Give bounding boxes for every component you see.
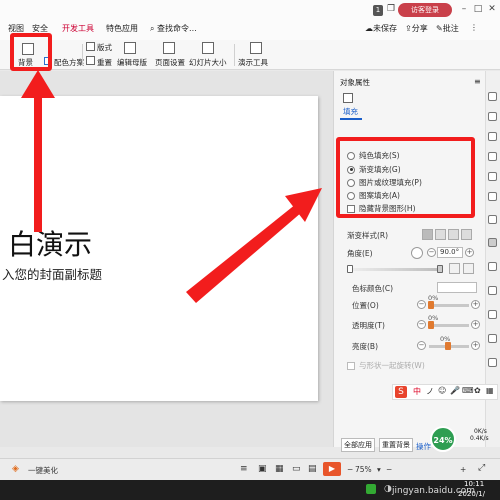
arrow-diagonal-icon: [186, 188, 322, 303]
arrow-up-icon: [21, 70, 55, 232]
annotation-arrows: [21, 70, 322, 303]
